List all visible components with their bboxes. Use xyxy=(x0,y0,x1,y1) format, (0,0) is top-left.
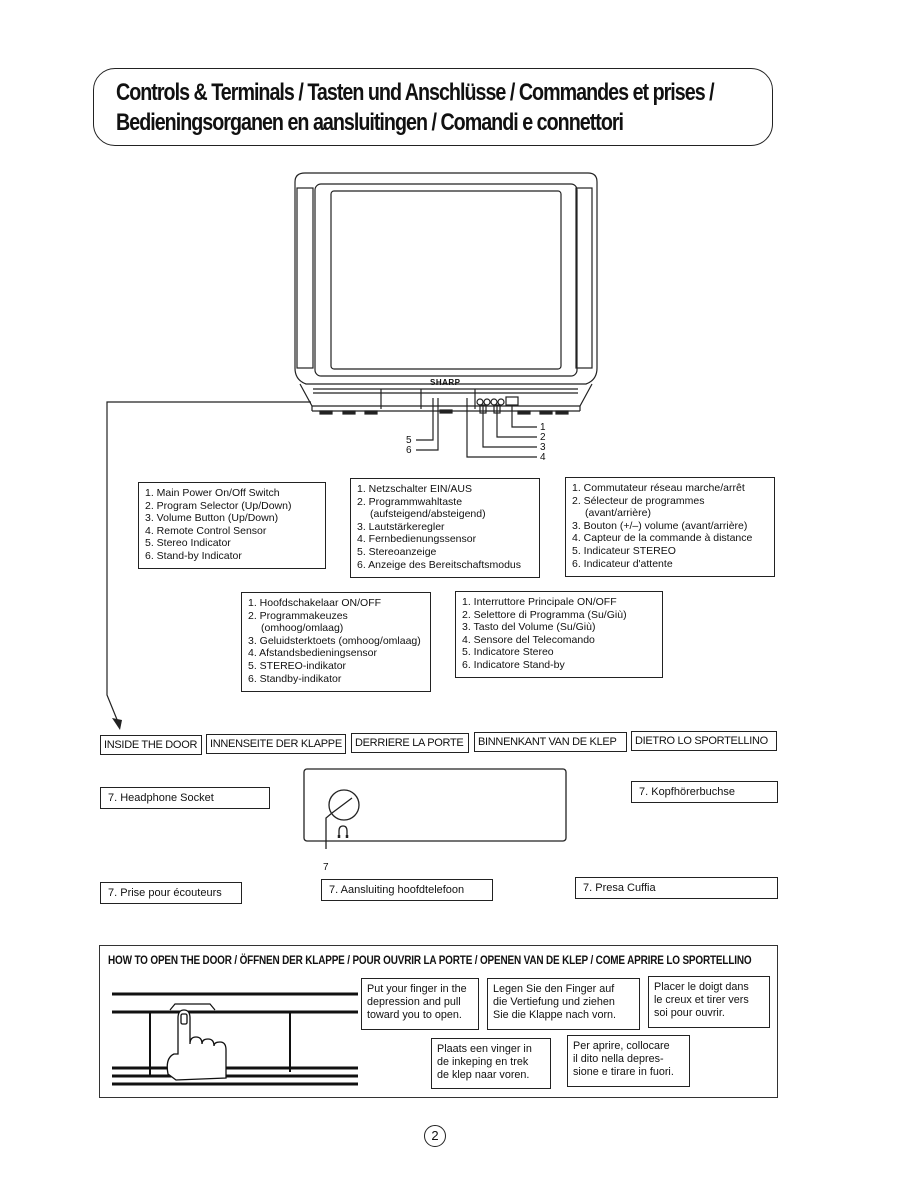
how-to-open-title: HOW TO OPEN THE DOOR / ÖFFNEN DER KLAPPE… xyxy=(108,953,752,967)
legend-item: 6. Indicateur d'attente xyxy=(572,557,673,570)
label-headphone-fr: 7. Prise pour écouteurs xyxy=(100,882,242,904)
instruction-line: de inkeping en trek xyxy=(437,1056,529,1068)
instruction-line: Plaats een vinger in xyxy=(437,1043,532,1055)
instruction-line: de klep naar voren. xyxy=(437,1069,530,1081)
tag-binnenkant-van-de-klep: BINNENKANT VAN DE KLEP xyxy=(474,732,627,752)
instruction-line: sione e tirare in fuori. xyxy=(573,1066,674,1078)
legend-item: 4. Sensore del Telecomando xyxy=(462,633,595,646)
legend-item: (aufsteigend/absteigend) xyxy=(370,508,486,521)
legend-italian: 1. Interruttore Principale ON/OFF 2. Sel… xyxy=(455,591,663,678)
instruction-dutch: Plaats een vinger in de inkeping en trek… xyxy=(431,1038,551,1089)
legend-item: 3. Lautstärkeregler xyxy=(357,520,445,533)
legend-item: 5. STEREO-indikator xyxy=(248,659,347,672)
legend-item: 1. Netzschalter EIN/AUS xyxy=(357,483,472,495)
legend-item: 1. Hoofdschakelaar ON/OFF xyxy=(248,597,382,609)
legend-item: 6. Indicatore Stand-by xyxy=(462,658,565,671)
legend-item: 5. Stereo Indicator xyxy=(145,537,231,550)
instruction-line: Put your finger in the xyxy=(367,983,467,995)
instruction-french: Placer le doigt dans le creux et tirer v… xyxy=(648,976,770,1028)
legend-item: 5. Stereoanzeige xyxy=(357,545,437,558)
tv-lower-front xyxy=(299,383,593,407)
legend-item: 2. Programmwahltaste xyxy=(357,495,463,508)
page-number: 2 xyxy=(424,1125,446,1147)
legend-item: 1. Main Power On/Off Switch xyxy=(145,487,280,499)
label-headphone-en: 7. Headphone Socket xyxy=(100,787,270,809)
instruction-line: Per aprire, collocare xyxy=(573,1040,670,1052)
instruction-line: Placer le doigt dans xyxy=(654,981,749,993)
tv-button-4 xyxy=(497,398,505,406)
legend-item: (avant/arrière) xyxy=(585,507,651,520)
label-headphone-it: 7. Presa Cuffia xyxy=(575,877,778,899)
instruction-german: Legen Sie den Finger auf die Vertiefung … xyxy=(487,978,640,1030)
hand-icon xyxy=(166,1009,227,1081)
legend-item: 6. Stand-by Indicator xyxy=(145,549,242,562)
legend-item: 3. Tasto del Volume (Su/Giù) xyxy=(462,621,596,634)
headphone-panel-illustration xyxy=(303,768,567,849)
tv-power-switch xyxy=(505,396,519,406)
legend-german: 1. Netzschalter EIN/AUS 2. Programmwahlt… xyxy=(350,478,540,578)
tv-button-2 xyxy=(483,398,491,406)
instruction-line: die Vertiefung und ziehen xyxy=(493,996,615,1008)
legend-item: (omhoog/omlaag) xyxy=(261,622,344,635)
legend-item: 4. Afstandsbedieningsensor xyxy=(248,647,378,660)
tag-innenseite-der-klappe: INNENSEITE DER KLAPPE xyxy=(206,734,346,754)
legend-item: 1. Commutateur réseau marche/arrêt xyxy=(572,482,745,494)
label-headphone-de: 7. Kopfhörerbuchse xyxy=(631,781,778,803)
tv-screen xyxy=(330,190,562,370)
legend-item: 3. Volume Button (Up/Down) xyxy=(145,512,279,525)
tv-cabinet xyxy=(294,172,598,385)
instruction-line: toward you to open. xyxy=(367,1009,462,1021)
headphone-socket xyxy=(328,789,360,821)
legend-item: 4. Capteur de la commande à distance xyxy=(572,532,753,545)
tv-button-3 xyxy=(490,398,498,406)
legend-item: 6. Anzeige des Bereitschaftsmodus xyxy=(357,558,522,571)
how-to-open-section: HOW TO OPEN THE DOOR / ÖFFNEN DER KLAPPE… xyxy=(99,945,778,1098)
tv-bezel xyxy=(314,183,578,377)
instruction-line: le creux et tirer vers xyxy=(654,994,749,1006)
legend-item: 3. Geluidsterktoets (omhoog/omlaag) xyxy=(248,634,421,647)
instruction-line: Legen Sie den Finger auf xyxy=(493,983,615,995)
legend-item: 1. Interruttore Principale ON/OFF xyxy=(462,596,617,608)
legend-item: 4. Fernbedienungssensor xyxy=(357,533,477,546)
instruction-line: depression and pull xyxy=(367,996,461,1008)
legend-item: 2. Sélecteur de programmes xyxy=(572,494,705,507)
legend-english: 1. Main Power On/Off Switch 2. Program S… xyxy=(138,482,326,569)
tv-brand-logo: SHARP xyxy=(430,378,461,387)
door-opening-illustration xyxy=(112,992,358,1086)
legend-dutch: 1. Hoofdschakelaar ON/OFF 2. Programmake… xyxy=(241,592,431,692)
instruction-italian: Per aprire, collocare il dito nella depr… xyxy=(567,1035,690,1087)
instruction-line: il dito nella depres- xyxy=(573,1053,664,1065)
label-headphone-nl: 7. Aansluiting hoofdtelefoon xyxy=(321,879,493,901)
tag-dietro-lo-sportellino: DIETRO LO SPORTELLINO xyxy=(631,731,777,751)
door-depression xyxy=(169,1003,216,1011)
instruction-line: soi pour ouvrir. xyxy=(654,1007,725,1019)
legend-item: 6. Standby-indikator xyxy=(248,672,342,685)
callout-7: 7 xyxy=(323,862,329,873)
legend-item: 2. Program Selector (Up/Down) xyxy=(145,499,292,512)
legend-item: 2. Programmakeuzes xyxy=(248,609,348,622)
legend-item: 2. Selettore di Programma (Su/Giù) xyxy=(462,608,627,621)
tv-button-1 xyxy=(476,398,484,406)
callout-4: 4 xyxy=(540,452,546,463)
instruction-line: Sie die Klappe nach vorn. xyxy=(493,1009,617,1021)
tv-left-panel xyxy=(296,187,314,369)
tv-right-panel xyxy=(575,187,593,369)
tag-inside-the-door: INSIDE THE DOOR xyxy=(100,735,202,755)
legend-item: 5. Indicatore Stereo xyxy=(462,646,554,659)
callout-6: 6 xyxy=(406,445,412,456)
arrow-head-icon xyxy=(112,718,122,730)
legend-french: 1. Commutateur réseau marche/arrêt 2. Sé… xyxy=(565,477,775,577)
legend-item: 5. Indicateur STEREO xyxy=(572,544,676,557)
tag-derriere-la-porte: DERRIERE LA PORTE xyxy=(351,733,469,753)
instruction-english: Put your finger in the depression and pu… xyxy=(361,978,479,1030)
legend-item: 4. Remote Control Sensor xyxy=(145,524,267,537)
legend-item: 3. Bouton (+/–) volume (avant/arrière) xyxy=(572,519,748,532)
